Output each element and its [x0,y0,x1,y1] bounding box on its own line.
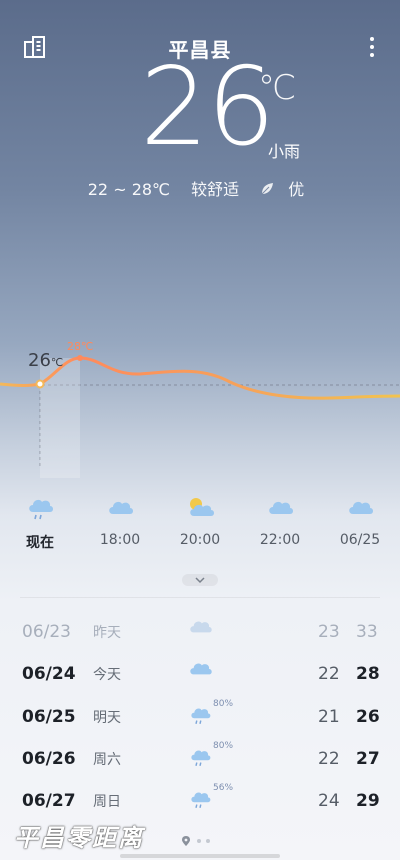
daily-row[interactable]: 06/25 明天 80% 21 26 [0,699,400,749]
rain-cloud-icon [191,750,211,766]
daily-high: 27 [356,749,380,769]
daily-high: 33 [356,622,378,642]
cloud-icon [349,501,373,514]
curve-now-temp-unit: ℃ [50,356,64,369]
divider [20,597,380,598]
daily-date: 06/23 [22,622,71,642]
page-indicator[interactable] [180,834,220,848]
daily-date: 06/25 [22,707,76,727]
watermark: 平昌零距离 [14,824,144,852]
now-point [35,379,45,389]
partly-sunny-icon [190,498,214,516]
hourly-item[interactable]: 22:00 [250,494,310,548]
hourly-time: 06/25 [339,532,381,548]
daily-weekday: 周日 [93,794,121,810]
hourly-time: 20:00 [179,532,221,548]
hourly-time: 22:00 [259,532,301,548]
cloud-icon [190,663,212,675]
curve-now-temp: 26℃ [28,350,63,371]
daily-date: 06/27 [22,791,76,811]
hourly-time: 现在 [26,535,54,551]
curve-peak-temp: 28℃ [67,340,94,353]
hourly-item[interactable]: 06/25 [330,494,390,548]
leaf-icon [261,183,274,195]
home-indicator[interactable] [120,854,280,858]
current-temperature: 26 [140,45,275,170]
daily-date: 06/26 [22,749,76,769]
hourly-item[interactable]: 现在 [10,494,70,552]
hourly-item[interactable]: 18:00 [90,494,150,548]
temperature-range: 22 ~ 28℃ [87,180,171,199]
daily-low: 24 [318,791,340,811]
daily-weekday: 今天 [93,667,121,683]
curve-now-temp-value: 26 [28,350,51,371]
rain-cloud-icon [191,708,211,724]
rain-cloud-icon [29,499,53,520]
cloud-icon [109,501,133,514]
highlight-band [40,358,80,478]
air-quality[interactable]: 优 [260,180,312,199]
daily-low: 21 [318,707,340,727]
temperature-curve [0,355,400,478]
peak-point [77,355,83,361]
daily-weekday: 昨天 [93,625,121,641]
rain-cloud-icon [191,792,211,808]
daily-low: 22 [318,749,340,769]
cloud-icon [190,621,212,633]
precip-probability: 80% [213,699,234,709]
cloud-icon [269,501,293,514]
chevron-down-icon[interactable] [182,574,218,586]
daily-weekday: 明天 [93,710,121,726]
daily-high: 28 [356,664,380,684]
weather-summary: 22 ~ 28℃ 较舒适 优 [0,176,400,200]
hourly-item[interactable]: 20:00 [170,494,230,548]
weather-condition: 小雨 [268,142,301,161]
air-quality-label: 优 [288,180,305,199]
precip-probability: 80% [213,741,234,751]
daily-high: 29 [356,791,380,811]
daily-low: 23 [318,622,340,642]
comfort-level: 较舒适 [191,180,240,199]
hourly-time: 18:00 [99,532,141,548]
daily-weekday: 周六 [93,752,121,768]
daily-low: 22 [318,664,340,684]
daily-row[interactable]: 06/26 周六 80% 22 27 [0,741,400,791]
hourly-forecast[interactable]: 现在 18:00 20:00 22:00 06/25 [0,494,400,564]
daily-date: 06/24 [22,664,76,684]
daily-high: 26 [356,707,380,727]
precip-probability: 56% [213,783,234,793]
more-options-icon[interactable] [368,36,376,58]
daily-row[interactable]: 06/24 今天 22 28 [0,663,400,706]
temperature-unit: ℃ [258,68,297,108]
daily-row[interactable]: 06/23 昨天 23 33 [0,621,400,664]
